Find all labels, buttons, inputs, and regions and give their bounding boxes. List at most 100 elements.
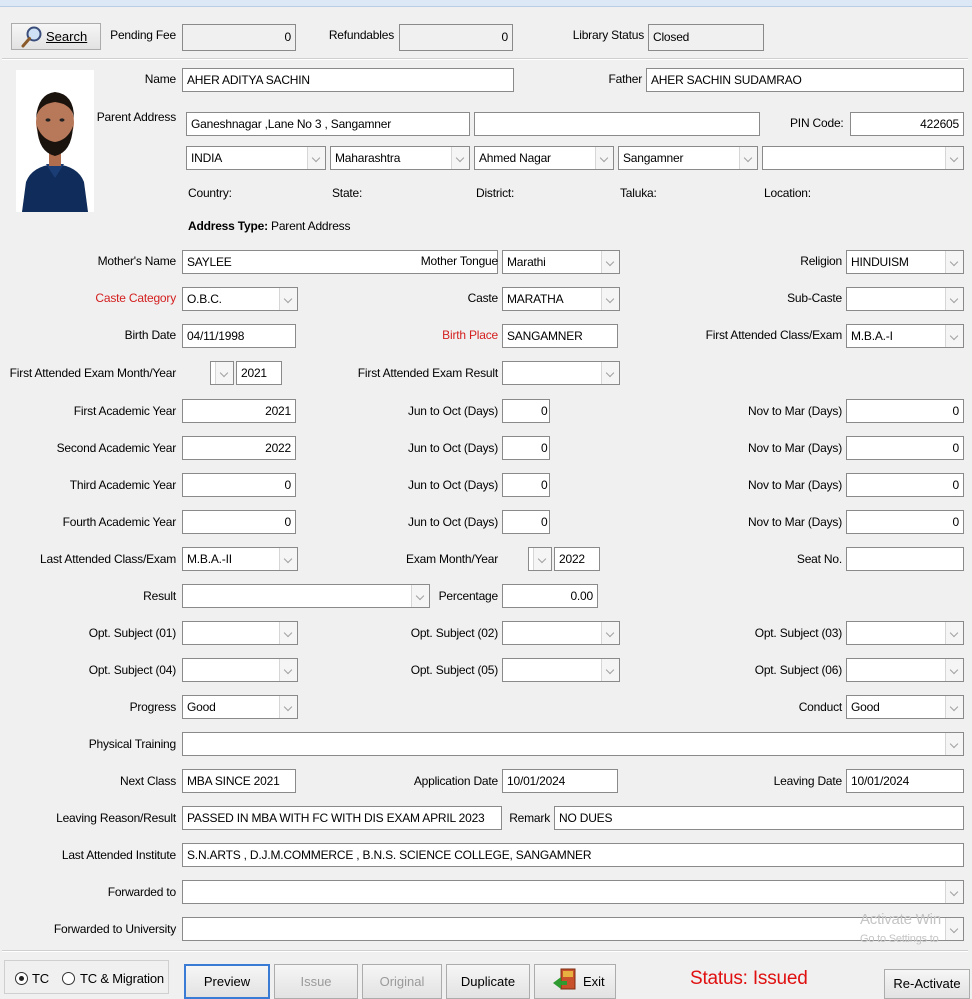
separator <box>2 58 968 60</box>
result-select[interactable] <box>182 584 430 608</box>
chevron-down-icon[interactable] <box>945 733 963 755</box>
exit-button[interactable]: Exit <box>534 964 616 999</box>
seat-no-field[interactable] <box>846 547 964 571</box>
leaving-reason-field[interactable]: PASSED IN MBA WITH FC WITH DIS EXAM APRI… <box>182 806 502 830</box>
opt-subject-04-select[interactable] <box>182 658 298 682</box>
nov-mar-field-1[interactable]: 0 <box>846 399 964 423</box>
chevron-down-icon[interactable] <box>945 881 963 903</box>
library-status-field[interactable]: Closed <box>648 24 764 51</box>
issue-button[interactable]: Issue <box>274 964 358 999</box>
father-field[interactable]: AHER SACHIN SUDAMRAO <box>646 68 964 92</box>
pin-code-field[interactable]: 422605 <box>850 112 964 136</box>
first-exam-result-select[interactable] <box>502 361 620 385</box>
chevron-down-icon[interactable] <box>739 147 757 169</box>
nov-mar-field-2[interactable]: 0 <box>846 436 964 460</box>
chevron-down-icon[interactable] <box>279 288 297 310</box>
chevron-down-icon[interactable] <box>945 622 963 644</box>
chevron-down-icon[interactable] <box>601 288 619 310</box>
chevron-down-icon[interactable] <box>307 147 325 169</box>
chevron-down-icon[interactable] <box>945 918 963 940</box>
religion-select[interactable]: HINDUISM <box>846 250 964 274</box>
last-institute-field[interactable]: S.N.ARTS , D.J.M.COMMERCE , B.N.S. SCIEN… <box>182 843 964 867</box>
address-line2-field[interactable] <box>474 112 760 136</box>
chevron-down-icon[interactable] <box>601 622 619 644</box>
name-field[interactable]: AHER ADITYA SACHIN <box>182 68 514 92</box>
nov-mar-field-3[interactable]: 0 <box>846 473 964 497</box>
preview-button[interactable]: Preview <box>184 964 270 999</box>
chevron-down-icon[interactable] <box>533 548 551 570</box>
address-line1-field[interactable]: Ganeshnagar ,Lane No 3 , Sangamner <box>186 112 470 136</box>
chevron-down-icon[interactable] <box>279 696 297 718</box>
jun-oct-field-3[interactable]: 0 <box>502 473 550 497</box>
pending-fee-field[interactable]: 0 <box>182 24 296 51</box>
state-select[interactable]: Maharashtra <box>330 146 470 170</box>
district-select[interactable]: Ahmed Nagar <box>474 146 614 170</box>
chevron-down-icon[interactable] <box>279 622 297 644</box>
academic-year-field-2[interactable]: 2022 <box>182 436 296 460</box>
chevron-down-icon[interactable] <box>945 325 963 347</box>
academic-year-field-4[interactable]: 0 <box>182 510 296 534</box>
last-class-select[interactable]: M.B.A.-II <box>182 547 298 571</box>
chevron-down-icon[interactable] <box>215 362 233 384</box>
chevron-down-icon[interactable] <box>601 659 619 681</box>
jun-oct-field-4[interactable]: 0 <box>502 510 550 534</box>
first-class-select[interactable]: M.B.A.-I <box>846 324 964 348</box>
physical-training-select[interactable] <box>182 732 964 756</box>
remark-field[interactable]: NO DUES <box>554 806 964 830</box>
academic-year-field-1[interactable]: 2021 <box>182 399 296 423</box>
refundables-field[interactable]: 0 <box>399 24 513 51</box>
original-button[interactable]: Original <box>362 964 442 999</box>
taluka-select[interactable]: Sangamner <box>618 146 758 170</box>
name-label: Name <box>144 72 176 86</box>
next-class-label: Next Class <box>119 774 176 788</box>
chevron-down-icon[interactable] <box>279 548 297 570</box>
location-select[interactable] <box>762 146 964 170</box>
progress-select[interactable]: Good <box>182 695 298 719</box>
first-exam-year-field[interactable]: 2021 <box>236 361 282 385</box>
caste-select[interactable]: MARATHA <box>502 287 620 311</box>
reactivate-button[interactable]: Re-Activate <box>884 969 970 999</box>
chevron-down-icon[interactable] <box>601 362 619 384</box>
opt-subject-01-select[interactable] <box>182 621 298 645</box>
first-exam-month-select[interactable] <box>210 361 234 385</box>
exam-month-select[interactable] <box>528 547 552 571</box>
country-select[interactable]: INDIA <box>186 146 326 170</box>
chevron-down-icon[interactable] <box>945 696 963 718</box>
exit-icon <box>553 968 576 990</box>
tc-radio[interactable] <box>15 972 28 985</box>
next-class-field[interactable]: MBA SINCE 2021 <box>182 769 296 793</box>
jun-oct-field-2[interactable]: 0 <box>502 436 550 460</box>
mother-tongue-select[interactable]: Marathi <box>502 250 620 274</box>
chevron-down-icon[interactable] <box>945 147 963 169</box>
application-date-field[interactable]: 10/01/2024 <box>502 769 618 793</box>
duplicate-button[interactable]: Duplicate <box>446 964 530 999</box>
forwarded-to-select[interactable] <box>182 880 964 904</box>
opt-subject-02-select[interactable] <box>502 621 620 645</box>
opt-subject-05-select[interactable] <box>502 658 620 682</box>
chevron-down-icon[interactable] <box>945 288 963 310</box>
search-button[interactable]: Search <box>11 23 101 50</box>
nov-mar-field-4[interactable]: 0 <box>846 510 964 534</box>
mothers-name-label: Mother's Name <box>97 254 177 268</box>
birth-place-field[interactable]: SANGAMNER <box>502 324 618 348</box>
chevron-down-icon[interactable] <box>279 659 297 681</box>
forwarded-to-university-select[interactable] <box>182 917 964 941</box>
conduct-select[interactable]: Good <box>846 695 964 719</box>
chevron-down-icon[interactable] <box>451 147 469 169</box>
exam-year-field[interactable]: 2022 <box>554 547 600 571</box>
sub-caste-select[interactable] <box>846 287 964 311</box>
birth-date-field[interactable]: 04/11/1998 <box>182 324 296 348</box>
seat-no-label: Seat No. <box>796 552 842 566</box>
percentage-field[interactable]: 0.00 <box>502 584 598 608</box>
chevron-down-icon[interactable] <box>595 147 613 169</box>
caste-category-select[interactable]: O.B.C. <box>182 287 298 311</box>
tc-migration-radio[interactable] <box>62 972 75 985</box>
chevron-down-icon[interactable] <box>601 251 619 273</box>
academic-year-field-3[interactable]: 0 <box>182 473 296 497</box>
opt-subject-03-select[interactable] <box>846 621 964 645</box>
opt-subject-06-select[interactable] <box>846 658 964 682</box>
leaving-date-field[interactable]: 10/01/2024 <box>846 769 964 793</box>
jun-oct-field-1[interactable]: 0 <box>502 399 550 423</box>
chevron-down-icon[interactable] <box>945 659 963 681</box>
chevron-down-icon[interactable] <box>945 251 963 273</box>
